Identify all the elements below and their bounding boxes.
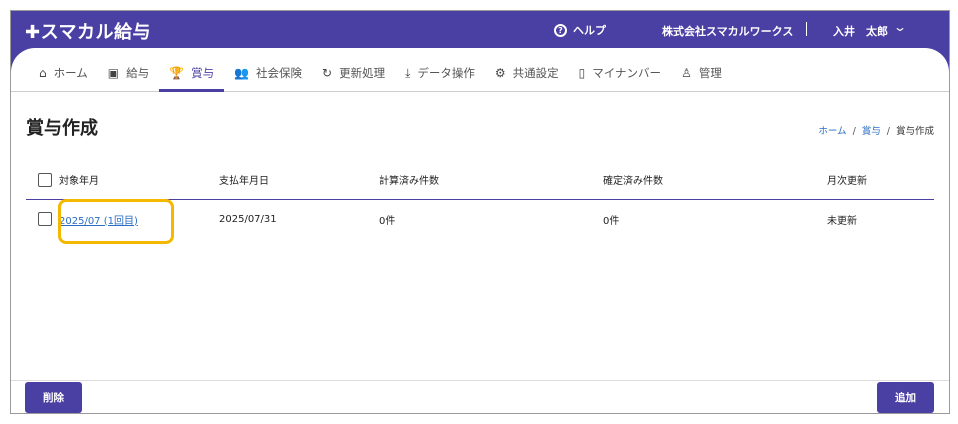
nav-item-admin[interactable]: ♙ 管理 [671,55,732,91]
col-target-month: 対象年月 [59,161,219,199]
help-label: ヘルプ [573,22,606,38]
user-name[interactable]: 入井 太郎 [833,23,888,39]
col-calculated-count: 計算済み件数 [379,161,603,199]
help-link[interactable]: ? ヘルプ [554,22,606,38]
id-card-icon: ▯ [579,66,586,80]
nav-item-bonus[interactable]: 🏆 賞与 [159,55,224,91]
refresh-icon: ↻ [322,66,332,80]
col-monthly-update: 月次更新 [827,161,934,199]
breadcrumb-home[interactable]: ホーム [818,126,846,137]
nav-item-mynumber[interactable]: ▯ マイナンバー [569,55,671,91]
nav-item-data[interactable]: ⤓ データ操作 [395,55,485,91]
home-icon: ⌂ [39,66,47,80]
breadcrumb-separator: / [853,126,856,137]
nav-label: ホーム [54,65,88,81]
nav-item-home[interactable]: ⌂ ホーム [29,55,98,91]
help-icon: ? [554,24,567,37]
main-nav: ⌂ ホーム ▣ 給与 🏆 賞与 👥 社会保険 ↻ 更新処理 ⤓ データ操作 ⚙ 共通設定 ▯ マ… [11,55,949,92]
nav-label: 賞与 [191,65,214,81]
chevron-down-icon[interactable]: ⌄ [893,20,907,34]
download-icon: ⤓ [405,66,410,81]
monthly-update-status: 未更新 [827,199,934,239]
col-confirmed-count: 確定済み件数 [603,161,827,199]
add-button[interactable]: 追加 [877,382,934,413]
nav-label: 社会保険 [256,65,302,81]
nav-item-salary[interactable]: ▣ 給与 [98,55,159,91]
target-month-link[interactable]: 2025/07 (1回目) [59,216,138,227]
nav-item-social-insurance[interactable]: 👥 社会保険 [224,55,312,91]
trophy-icon: 🏆 [169,66,184,80]
breadcrumb-current: 賞与作成 [896,126,934,137]
select-all-checkbox[interactable] [38,173,52,187]
breadcrumb-separator: / [887,126,890,137]
table-header-row: 対象年月 支払年月日 計算済み件数 確定済み件数 月次更新 [26,161,934,199]
calculated-count: 0件 [379,199,603,239]
delete-button[interactable]: 削除 [25,382,82,413]
salary-icon: ▣ [108,66,119,80]
nav-label: 管理 [699,65,722,81]
users-icon: 👥 [234,66,249,80]
confirmed-count: 0件 [603,199,827,239]
gear-icon: ⚙ [495,66,506,80]
nav-item-settings[interactable]: ⚙ 共通設定 [485,55,569,91]
app-logo[interactable]: ✚スマカル給与 [25,18,151,44]
breadcrumb: ホーム / 賞与 / 賞与作成 [818,123,934,137]
nav-label: 給与 [126,65,149,81]
divider [806,22,807,36]
nav-label: マイナンバー [592,65,661,81]
table-row: 2025/07 (1回目) 2025/07/31 0件 0件 未更新 [26,199,934,239]
nav-item-update[interactable]: ↻ 更新処理 [312,55,395,91]
breadcrumb-bonus[interactable]: 賞与 [862,126,881,137]
pay-date: 2025/07/31 [219,199,379,239]
row-checkbox[interactable] [38,212,52,226]
user-icon: ♙ [681,66,692,80]
footer-bar: 削除 追加 [11,380,949,414]
nav-label: 更新処理 [339,65,385,81]
nav-label: 共通設定 [513,65,559,81]
bonus-table: 対象年月 支払年月日 計算済み件数 確定済み件数 月次更新 2025/07 (1… [26,161,934,239]
page-title: 賞与作成 [26,114,98,140]
nav-label: データ操作 [417,65,475,81]
col-pay-date: 支払年月日 [219,161,379,199]
app-window: ✚スマカル給与 ? ヘルプ 株式会社スマカルワークス 入井 太郎 ⌄ ⌂ ホーム ▣… [10,10,950,414]
company-name: 株式会社スマカルワークス [662,23,793,39]
